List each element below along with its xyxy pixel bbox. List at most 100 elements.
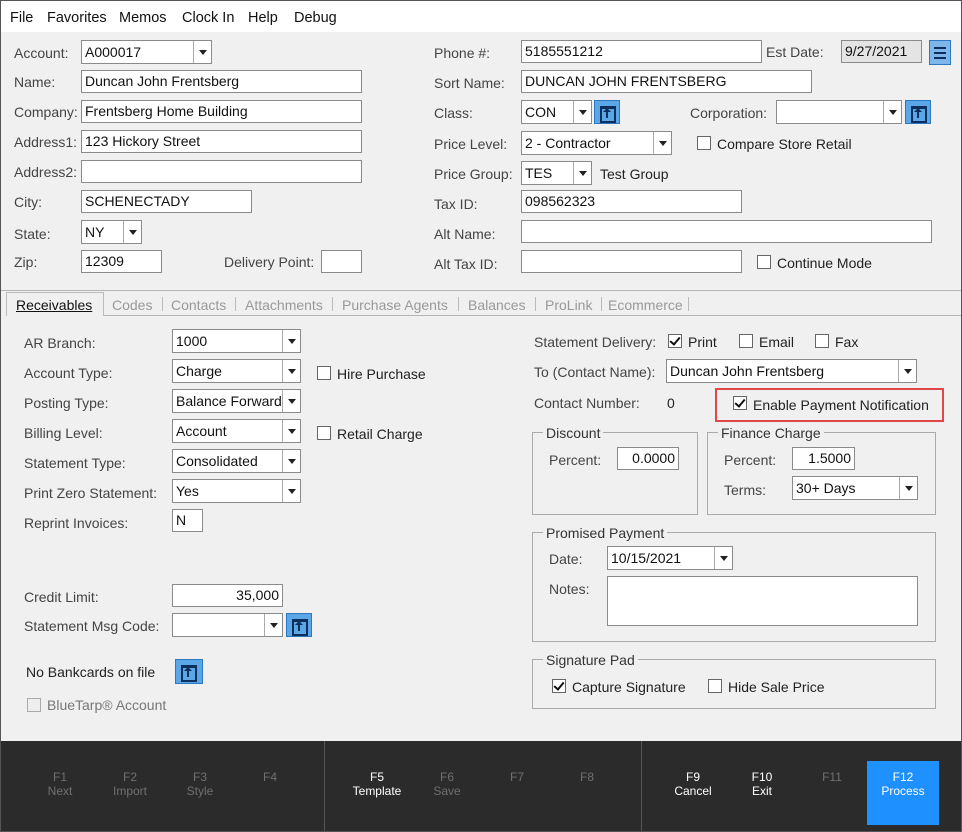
terms-select[interactable]: 30+ Days [792, 476, 918, 500]
posting-type-select[interactable]: Balance Forward [172, 389, 301, 413]
finance-percent-field[interactable]: 1.5000 [792, 447, 855, 470]
chevron-down-icon[interactable] [714, 547, 732, 569]
hide-sale-price-checkbox[interactable] [708, 679, 722, 693]
chevron-down-icon[interactable] [883, 101, 901, 123]
f2-import-button[interactable]: F2 Import [95, 770, 165, 798]
tab-receivables[interactable]: Receivables [16, 297, 92, 313]
capture-signature-checkbox[interactable] [552, 679, 566, 693]
city-field[interactable]: SCHENECTADY [81, 190, 252, 213]
retail-charge-checkbox[interactable] [317, 426, 331, 440]
f1-next-button[interactable]: F1 Next [25, 770, 95, 798]
f12-key: F12 [892, 770, 914, 784]
account-type-select[interactable]: Charge [172, 359, 301, 383]
menu-help[interactable]: Help [248, 10, 278, 26]
chevron-down-icon[interactable] [193, 41, 211, 63]
f3-style-button[interactable]: F3 Style [165, 770, 235, 798]
hire-purchase-checkbox[interactable] [317, 366, 331, 380]
menu-icon[interactable] [929, 40, 951, 65]
enable-payment-notification-checkbox[interactable] [733, 396, 747, 410]
continue-mode-checkbox[interactable] [757, 255, 771, 269]
statement-type-value: Consolidated [176, 453, 258, 469]
f9-cancel-button[interactable]: F9 Cancel [658, 770, 728, 798]
email-checkbox[interactable] [739, 334, 753, 348]
chevron-down-icon[interactable] [123, 221, 141, 243]
bankcards-lookup-icon[interactable] [175, 659, 203, 684]
tab-codes[interactable]: Codes [112, 297, 152, 313]
msg-code-lookup-icon[interactable] [286, 613, 312, 637]
f11-button[interactable]: F11 [797, 770, 867, 784]
menu-file[interactable]: File [10, 10, 33, 26]
chevron-down-icon[interactable] [653, 132, 671, 154]
menu-memos[interactable]: Memos [119, 10, 167, 26]
state-select[interactable]: NY [81, 220, 142, 244]
f5-template-button[interactable]: F5 Template [342, 770, 412, 798]
f12-process-button[interactable]: F12 Process [867, 761, 939, 825]
fax-checkbox[interactable] [815, 334, 829, 348]
address1-field[interactable]: 123 Hickory Street [81, 130, 362, 153]
f6-label: Save [433, 784, 461, 798]
f5-key: F5 [369, 770, 384, 784]
credit-limit-field[interactable]: 35,000 [172, 584, 283, 607]
f4-button[interactable]: F4 [235, 770, 305, 784]
statement-type-select[interactable]: Consolidated [172, 449, 301, 473]
menu-debug[interactable]: Debug [294, 10, 337, 26]
alt-name-label: Alt Name: [434, 226, 496, 242]
chevron-down-icon[interactable] [899, 477, 917, 499]
delivery-point-field[interactable] [321, 250, 362, 273]
discount-percent-label: Percent: [549, 452, 602, 468]
chevron-down-icon[interactable] [898, 360, 916, 382]
chevron-down-icon[interactable] [282, 450, 300, 472]
ar-branch-select[interactable]: 1000 [172, 329, 301, 353]
f12-text: F12 Process [868, 770, 938, 798]
print-checkbox[interactable] [668, 334, 682, 348]
tab-prolink[interactable]: ProLink [545, 297, 592, 313]
chevron-down-icon[interactable] [573, 101, 591, 123]
fax-label: Fax [835, 334, 859, 350]
reprint-invoices-field[interactable]: N [172, 509, 203, 532]
menu-favorites[interactable]: Favorites [47, 10, 107, 26]
f7-button[interactable]: F7 [482, 770, 552, 784]
sort-name-field[interactable]: DUNCAN JOHN FRENTSBERG [521, 70, 812, 93]
f10-exit-button[interactable]: F10 Exit [727, 770, 797, 798]
chevron-down-icon[interactable] [282, 330, 300, 352]
tab-attachments[interactable]: Attachments [245, 297, 323, 313]
phone-field[interactable]: 5185551212 [521, 40, 762, 63]
to-contact-name-select[interactable]: Duncan John Frentsberg [666, 359, 917, 383]
name-field[interactable]: Duncan John Frentsberg [81, 70, 362, 93]
chevron-down-icon[interactable] [282, 390, 300, 412]
f6-save-button[interactable]: F6 Save [412, 770, 482, 798]
menu-clock-in[interactable]: Clock In [182, 10, 234, 26]
account-select[interactable]: A000017 [81, 40, 212, 64]
address2-field[interactable] [81, 160, 362, 183]
promised-date-select[interactable]: 10/15/2021 [607, 546, 733, 570]
statement-msg-code-select[interactable] [172, 613, 283, 637]
tab-ecommerce[interactable]: Ecommerce [608, 297, 683, 313]
class-lookup-icon[interactable] [594, 100, 620, 124]
alt-name-field[interactable] [521, 220, 932, 243]
corporation-select[interactable] [776, 100, 902, 124]
compare-store-retail-checkbox[interactable] [697, 136, 711, 150]
chevron-down-icon[interactable] [282, 480, 300, 502]
discount-percent-field[interactable]: 0.0000 [617, 447, 679, 470]
chevron-down-icon[interactable] [573, 162, 591, 184]
price-group-select[interactable]: TES [521, 161, 592, 185]
tab-purchase-agents[interactable]: Purchase Agents [342, 297, 448, 313]
chevron-down-icon[interactable] [264, 614, 282, 636]
corporation-label: Corporation: [690, 105, 768, 121]
chevron-down-icon[interactable] [282, 420, 300, 442]
corporation-lookup-icon[interactable] [905, 100, 931, 124]
notes-field[interactable] [607, 576, 918, 626]
price-level-select[interactable]: 2 - Contractor [521, 131, 672, 155]
print-zero-statement-select[interactable]: Yes [172, 479, 301, 503]
f8-button[interactable]: F8 [552, 770, 622, 784]
alt-tax-id-field[interactable] [521, 250, 742, 273]
tax-id-field[interactable]: 098562323 [521, 190, 742, 213]
company-field[interactable]: Frentsberg Home Building [81, 100, 362, 123]
billing-level-select[interactable]: Account [172, 419, 301, 443]
zip-label: Zip: [14, 254, 38, 270]
class-select[interactable]: CON [521, 100, 592, 124]
zip-field[interactable]: 12309 [81, 250, 162, 273]
tab-contacts[interactable]: Contacts [171, 297, 226, 313]
chevron-down-icon[interactable] [282, 360, 300, 382]
tab-balances[interactable]: Balances [468, 297, 526, 313]
